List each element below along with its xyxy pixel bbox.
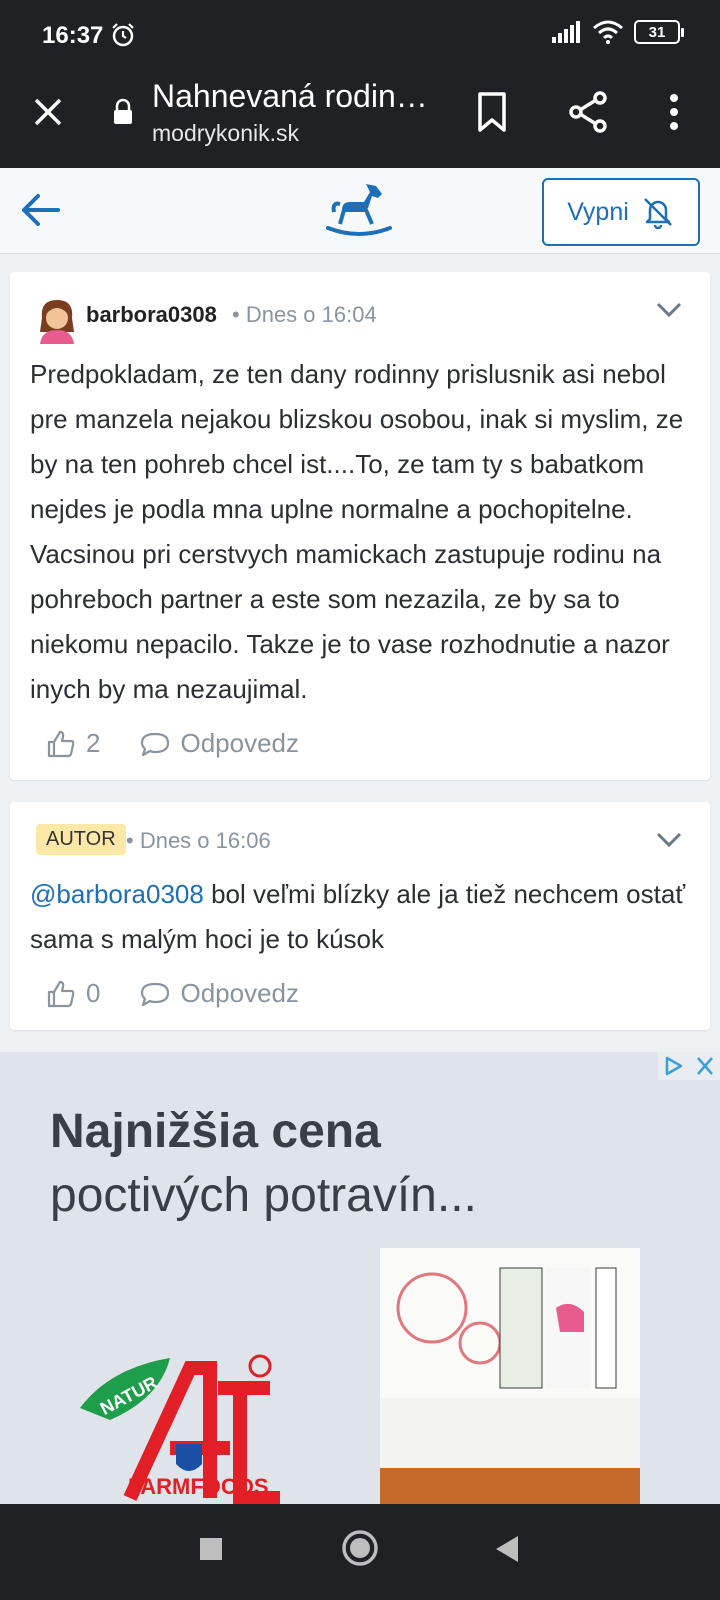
speech-bubble-icon [141, 982, 170, 1006]
url-text[interactable]: modrykonik.sk [152, 120, 299, 147]
author-badge: AUTOR [36, 824, 126, 855]
rocking-horse-logo[interactable] [326, 180, 392, 238]
system-navigation-bar [0, 1504, 720, 1600]
site-header: Vypni [0, 168, 720, 254]
chevron-down-icon[interactable] [656, 832, 682, 848]
share-icon[interactable] [566, 90, 610, 134]
bell-off-icon [643, 198, 672, 229]
battery-icon: 31 [634, 20, 684, 44]
avatar[interactable] [36, 296, 78, 344]
status-bar: 16:37 31 [0, 0, 720, 72]
battery-level: 31 [648, 23, 666, 41]
home-icon[interactable] [340, 1528, 380, 1568]
comment-author[interactable]: barbora0308 [86, 302, 217, 328]
comment-timestamp: • Dnes o 16:04 [232, 302, 377, 327]
signal-icon [552, 21, 580, 43]
more-options-icon[interactable] [662, 92, 686, 132]
page-title[interactable]: Nahnevaná rodin… [152, 78, 428, 115]
advertisement[interactable]: Najnižšia cena poctivých potravín... NAT… [0, 1052, 720, 1504]
chevron-down-icon[interactable] [656, 302, 682, 318]
close-icon[interactable] [30, 94, 66, 130]
like-count: 0 [86, 978, 101, 1008]
comment-card: AUTOR • Dnes o 16:06 @barbora0308 bol ve… [10, 802, 710, 1030]
comment-actions: 0 Odpovedz [46, 978, 299, 1009]
mention-link[interactable]: @barbora0308 [30, 879, 204, 909]
speech-bubble-icon [141, 732, 170, 756]
back-arrow-icon[interactable] [18, 188, 62, 232]
thumbs-up-icon [47, 730, 75, 757]
thumbs-up-icon [47, 980, 75, 1007]
back-icon[interactable] [492, 1534, 522, 1564]
like-button[interactable]: 0 [46, 978, 100, 1009]
comment-text: @barbora0308 bol veľmi blízky ale ja tie… [30, 872, 690, 962]
product-package-image [380, 1248, 640, 1504]
comment-actions: 2 Odpovedz [46, 728, 299, 759]
recent-apps-icon[interactable] [196, 1534, 226, 1564]
clock: 16:37 [42, 22, 104, 49]
adchoices-icon[interactable] [658, 1052, 689, 1080]
ad-subline: poctivých potravín... [50, 1169, 477, 1222]
notifications-off-button[interactable]: Vypni [542, 178, 700, 246]
lock-icon [114, 98, 132, 124]
reply-button[interactable]: Odpovedz [140, 978, 299, 1009]
browser-toolbar: Nahnevaná rodin… modrykonik.sk [0, 72, 720, 168]
notifications-off-label: Vypni [567, 197, 629, 226]
brand-text: FARMFOODS [128, 1474, 269, 1499]
bookmark-icon[interactable] [474, 90, 510, 134]
comment-timestamp: • Dnes o 16:06 [126, 828, 271, 853]
like-count: 2 [86, 728, 101, 758]
like-button[interactable]: 2 [46, 728, 100, 759]
ad-choices[interactable] [658, 1052, 720, 1080]
brand-logo: NATUR FARMFOODS [80, 1354, 280, 1504]
ad-close-icon[interactable] [689, 1052, 720, 1080]
reply-button[interactable]: Odpovedz [140, 728, 299, 759]
comment-text: Predpokladam, ze ten dany rodinny prislu… [30, 359, 684, 704]
wifi-icon [593, 20, 623, 44]
alarm-icon [112, 23, 134, 47]
ad-headline: Najnižšia cena [50, 1105, 381, 1158]
reply-label: Odpovedz [180, 978, 299, 1008]
reply-label: Odpovedz [180, 728, 299, 758]
comment-card: barbora0308 • Dnes o 16:04 Predpokladam,… [10, 272, 710, 780]
